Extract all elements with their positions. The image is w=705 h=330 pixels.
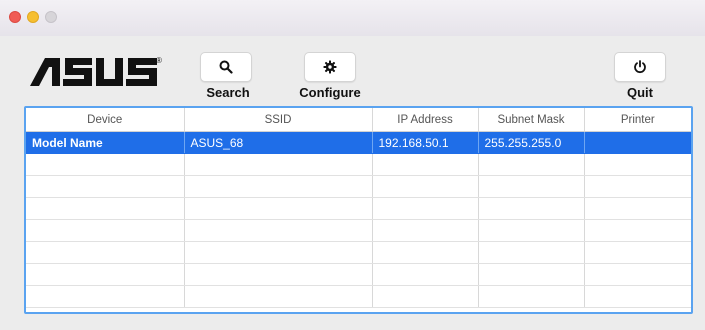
column-header-ssid[interactable]: SSID bbox=[184, 108, 373, 132]
empty-table-row[interactable] bbox=[26, 263, 691, 286]
empty-table-row[interactable] bbox=[26, 219, 691, 242]
empty-table-row[interactable] bbox=[26, 197, 691, 220]
cell-subnet-mask: 255.255.255.0 bbox=[478, 131, 585, 154]
column-header-subnet-mask[interactable]: Subnet Mask bbox=[478, 108, 585, 132]
title-bar bbox=[0, 0, 705, 36]
column-header-device[interactable]: Device bbox=[26, 108, 185, 132]
table-row[interactable]: Model Name ASUS_68 192.168.50.1 255.255.… bbox=[26, 131, 691, 154]
configure-button[interactable] bbox=[304, 52, 356, 82]
search-icon bbox=[219, 60, 233, 74]
zoom-window-button[interactable] bbox=[45, 11, 57, 23]
table-header-row: Device SSID IP Address Subnet Mask Print… bbox=[26, 108, 691, 132]
cell-device: Model Name bbox=[26, 131, 185, 154]
close-window-button[interactable] bbox=[9, 11, 21, 23]
quit-button[interactable] bbox=[614, 52, 666, 82]
empty-table-row[interactable] bbox=[26, 285, 691, 308]
gear-icon bbox=[323, 60, 337, 74]
empty-table-row[interactable] bbox=[26, 175, 691, 198]
cell-ssid: ASUS_68 bbox=[184, 131, 373, 154]
asus-logo bbox=[30, 58, 158, 86]
device-table[interactable]: Device SSID IP Address Subnet Mask Print… bbox=[24, 106, 693, 314]
configure-label[interactable]: Configure bbox=[294, 85, 366, 100]
search-button[interactable] bbox=[200, 52, 252, 82]
search-label[interactable]: Search bbox=[200, 85, 256, 100]
minimize-window-button[interactable] bbox=[27, 11, 39, 23]
empty-table-row[interactable] bbox=[26, 241, 691, 264]
column-header-ip-address[interactable]: IP Address bbox=[372, 108, 479, 132]
cell-ip-address: 192.168.50.1 bbox=[372, 131, 479, 154]
power-icon bbox=[633, 60, 647, 74]
quit-label[interactable]: Quit bbox=[614, 85, 666, 100]
cell-printer bbox=[584, 131, 691, 154]
app-window: ® Search Configure Quit Device SSID IP A… bbox=[0, 0, 705, 330]
empty-table-row[interactable] bbox=[26, 153, 691, 176]
column-header-printer[interactable]: Printer bbox=[584, 108, 691, 132]
registered-mark: ® bbox=[156, 56, 162, 65]
